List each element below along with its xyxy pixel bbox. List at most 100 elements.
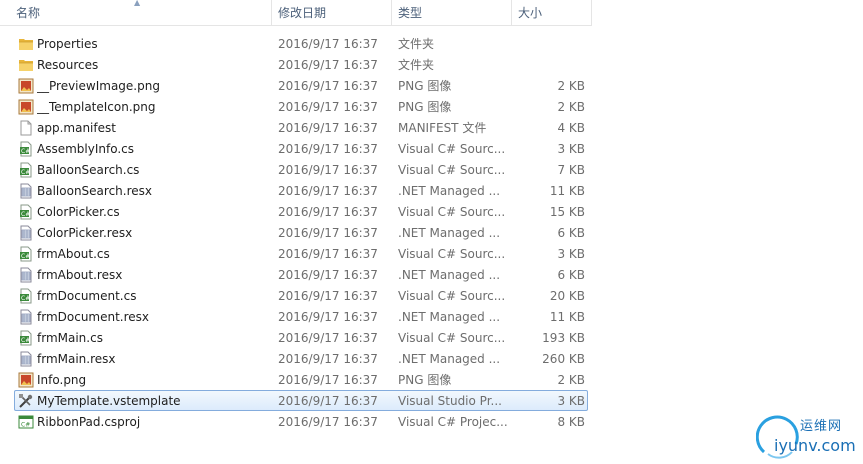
file-row[interactable]: __TemplateIcon.png 2016/9/17 16:37 PNG 图像 2…	[14, 96, 588, 117]
file-row[interactable]: __PreviewImage.png 2016/9/17 16:37 PNG 图像 2…	[14, 75, 588, 96]
file-modified-date: 2016/9/17 16:37	[278, 352, 378, 366]
column-header-type-label: 类型	[398, 6, 423, 20]
file-row[interactable]: frmAbout.resx 2016/9/17 16:37 .NET Managed…	[14, 264, 588, 285]
image-file-icon	[18, 78, 34, 94]
file-size: 11 KB	[549, 310, 585, 324]
file-type: PNG 图像	[398, 79, 452, 93]
resx-file-icon	[18, 183, 34, 199]
file-name: frmAbout.resx	[37, 268, 123, 282]
file-type: .NET Managed ...	[398, 352, 501, 366]
file-type: Visual C# Projec...	[398, 415, 508, 429]
file-row[interactable]: C# ColorPicker.cs 2016/9/17 16:37 Visual C#…	[14, 201, 588, 222]
file-row[interactable]: BalloonSearch.resx 2016/9/17 16:37 .NET Ma…	[14, 180, 588, 201]
csharp-file-icon: C#	[18, 246, 34, 262]
file-modified-date: 2016/9/17 16:37	[278, 226, 378, 240]
column-header-name-label: 名称	[16, 6, 41, 20]
svg-text:C#: C#	[21, 253, 30, 260]
file-size: 260 KB	[542, 352, 585, 366]
column-header-size-label: 大小	[518, 6, 543, 20]
file-row[interactable]: C# BalloonSearch.cs 2016/9/17 16:37 Visual …	[14, 159, 588, 180]
column-header-date-label: 修改日期	[278, 6, 327, 20]
csharp-file-icon: C#	[18, 330, 34, 346]
file-name: Resources	[37, 58, 99, 72]
file-name: Info.png	[37, 373, 87, 387]
resx-file-icon	[18, 351, 34, 367]
file-name: RibbonPad.csproj	[37, 415, 141, 429]
file-name: __TemplateIcon.png	[37, 100, 156, 114]
file-size: 20 KB	[549, 289, 585, 303]
file-size: 11 KB	[549, 184, 585, 198]
file-modified-date: 2016/9/17 16:37	[278, 373, 378, 387]
file-size: 3 KB	[557, 247, 585, 261]
file-row[interactable]: frmMain.resx 2016/9/17 16:37 .NET Managed …	[14, 348, 588, 369]
file-modified-date: 2016/9/17 16:37	[278, 331, 378, 345]
file-type: Visual C# Sourc...	[398, 331, 506, 345]
file-modified-date: 2016/9/17 16:37	[278, 247, 378, 261]
file-modified-date: 2016/9/17 16:37	[278, 100, 378, 114]
file-size	[513, 34, 585, 53]
file-name: frmAbout.cs	[37, 247, 110, 261]
file-modified-date: 2016/9/17 16:37	[278, 142, 378, 156]
site-watermark: 运维网 iyunv.com	[750, 408, 863, 464]
file-name: BalloonSearch.resx	[37, 184, 152, 198]
resx-file-icon	[18, 267, 34, 283]
file-name: frmMain.cs	[37, 331, 103, 345]
file-size	[513, 55, 585, 74]
column-header-size[interactable]: 大小	[512, 0, 592, 25]
file-row[interactable]: ColorPicker.resx 2016/9/17 16:37 .NET Mana…	[14, 222, 588, 243]
file-type: Visual C# Sourc...	[398, 289, 506, 303]
file-type: 文件夹	[398, 58, 435, 72]
resx-file-icon	[18, 225, 34, 241]
file-size: 6 KB	[557, 268, 585, 282]
file-row[interactable]: Resources 2016/9/17 16:37 文件夹	[14, 54, 588, 75]
column-header-type[interactable]: 类型	[392, 0, 512, 25]
file-row[interactable]: C# frmDocument.cs 2016/9/17 16:37 Visual C#…	[14, 285, 588, 306]
file-type: PNG 图像	[398, 100, 452, 114]
file-row[interactable]: Info.png 2016/9/17 16:37 PNG 图像 2 KB	[14, 369, 588, 390]
svg-text:C#: C#	[21, 295, 30, 302]
file-size: 8 KB	[557, 415, 585, 429]
file-row[interactable]: C# RibbonPad.csproj 2016/9/17 16:37 Visual …	[14, 411, 588, 432]
svg-text:C#: C#	[21, 169, 30, 176]
file-name: frmMain.resx	[37, 352, 116, 366]
file-row[interactable]: C# frmAbout.cs 2016/9/17 16:37 Visual C# So…	[14, 243, 588, 264]
file-row[interactable]: C# AssemblyInfo.cs 2016/9/17 16:37 Visual C…	[14, 138, 588, 159]
file-type: Visual C# Sourc...	[398, 163, 506, 177]
file-row[interactable]: C# frmMain.cs 2016/9/17 16:37 Visual C# Sou…	[14, 327, 588, 348]
file-type: 文件夹	[398, 37, 435, 51]
file-modified-date: 2016/9/17 16:37	[278, 58, 378, 72]
file-row[interactable]: MyTemplate.vstemplate 2016/9/17 16:37 Visu…	[14, 390, 588, 411]
column-header-date[interactable]: 修改日期	[272, 0, 392, 25]
file-modified-date: 2016/9/17 16:37	[278, 268, 378, 282]
watermark-cn-text: 运维网	[800, 419, 843, 434]
csharp-file-icon: C#	[18, 204, 34, 220]
file-name: Properties	[37, 37, 98, 51]
folder-icon	[18, 57, 34, 73]
folder-icon	[18, 36, 34, 52]
file-type: .NET Managed ...	[398, 184, 501, 198]
csproj-file-icon: C#	[18, 414, 34, 430]
file-name: frmDocument.resx	[37, 310, 150, 324]
file-name: ColorPicker.cs	[37, 205, 120, 219]
file-modified-date: 2016/9/17 16:37	[278, 310, 378, 324]
file-name: frmDocument.cs	[37, 289, 137, 303]
file-type: MANIFEST 文件	[398, 121, 487, 135]
file-name: app.manifest	[37, 121, 116, 135]
file-modified-date: 2016/9/17 16:37	[278, 415, 378, 429]
file-size: 4 KB	[557, 121, 585, 135]
image-file-icon	[18, 99, 34, 115]
file-modified-date: 2016/9/17 16:37	[278, 163, 378, 177]
file-size: 2 KB	[557, 373, 585, 387]
file-size: 6 KB	[557, 226, 585, 240]
file-row[interactable]: frmDocument.resx 2016/9/17 16:37 .NET Mana…	[14, 306, 588, 327]
file-row[interactable]: app.manifest 2016/9/17 16:37 MANIFEST 文件 4 …	[14, 117, 588, 138]
blank-file-icon	[18, 120, 34, 136]
file-type: .NET Managed ...	[398, 310, 501, 324]
svg-text:C#: C#	[21, 148, 30, 155]
svg-text:C#: C#	[21, 337, 30, 344]
file-size: 2 KB	[557, 79, 585, 93]
svg-text:C#: C#	[21, 211, 30, 218]
resx-file-icon	[18, 309, 34, 325]
file-type: Visual C# Sourc...	[398, 205, 506, 219]
file-row[interactable]: Properties 2016/9/17 16:37 文件夹	[14, 33, 588, 54]
